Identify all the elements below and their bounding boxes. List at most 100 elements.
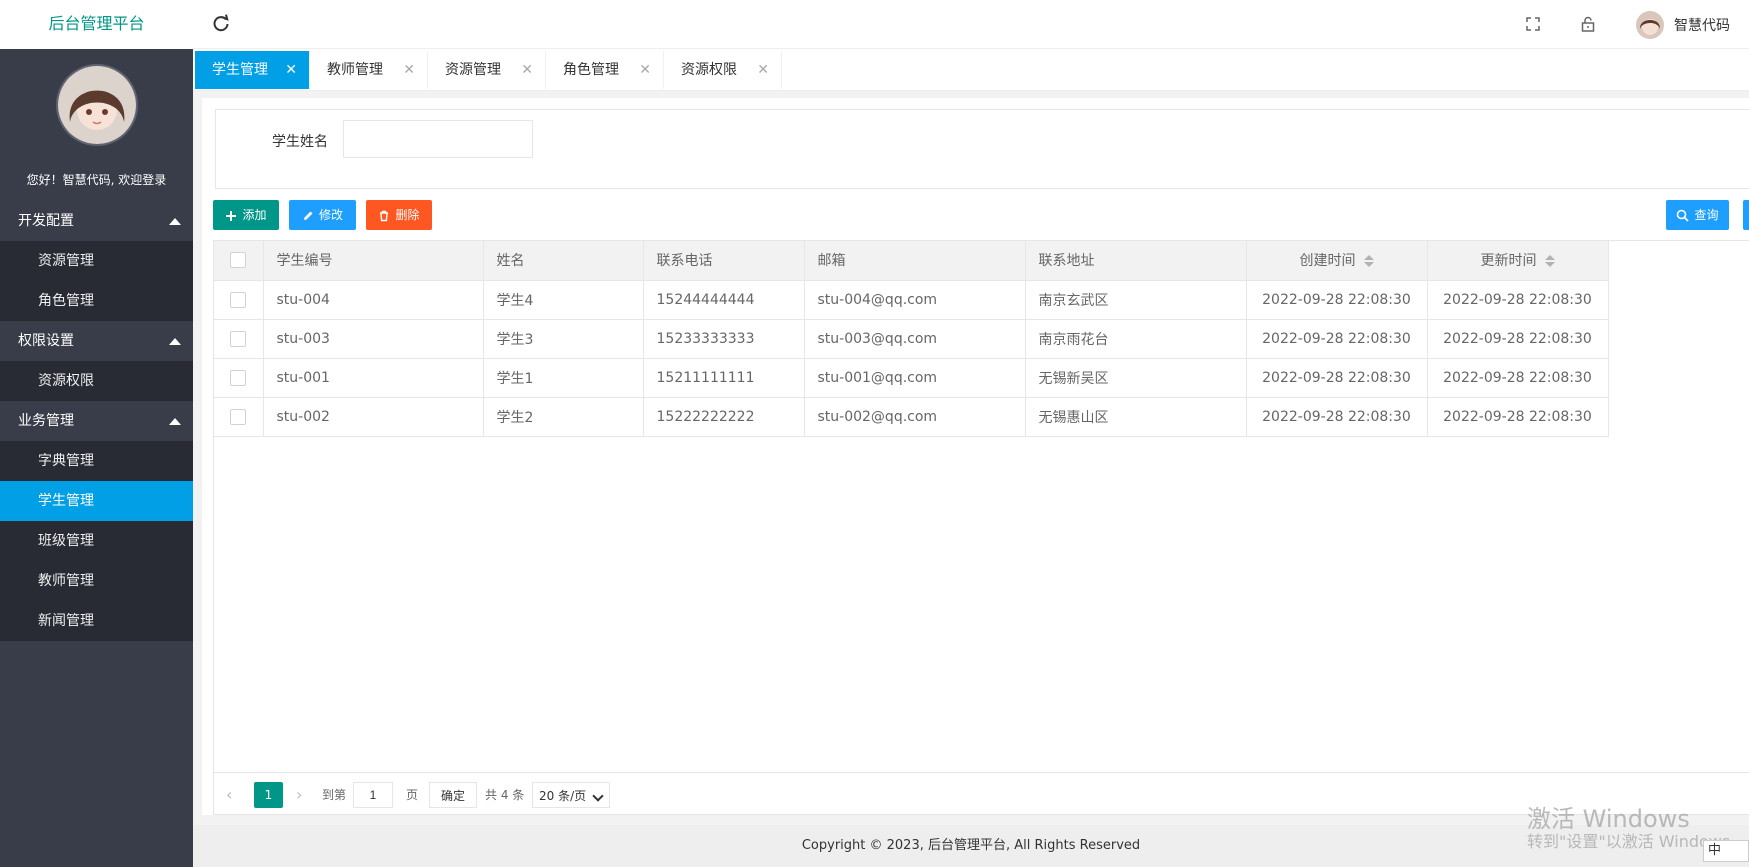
nav-group-business-children: 字典管理 学生管理 班级管理 教师管理 新闻管理 xyxy=(0,441,193,641)
cell-created-at: 2022-09-28 22:08:30 xyxy=(1246,280,1428,320)
tab-label: 资源权限 xyxy=(681,62,737,78)
checkbox[interactable] xyxy=(230,408,247,425)
checkbox[interactable] xyxy=(230,330,247,347)
row-select[interactable] xyxy=(214,358,264,398)
chevron-down-icon xyxy=(592,790,604,802)
sort-icon[interactable] xyxy=(1544,255,1555,268)
data-table: 学生编号 姓名 联系电话 邮箱 联系地址 创建时间 更新时间 stu-004 学… xyxy=(214,241,1609,437)
header-student-id: 学生编号 xyxy=(263,241,484,281)
user-menu[interactable]: 智慧代码 xyxy=(1636,8,1730,42)
cell-email: stu-003@qq.com xyxy=(804,319,1026,359)
student-table: 学生编号 姓名 联系电话 邮箱 联系地址 创建时间 更新时间 stu-004 学… xyxy=(213,240,1749,815)
tab-teacher-manage[interactable]: 教师管理 ✕ xyxy=(310,51,428,89)
tab-student-manage[interactable]: 学生管理 ✕ xyxy=(195,51,310,89)
cell-created-at: 2022-09-28 22:08:30 xyxy=(1246,319,1428,359)
header-select-all[interactable] xyxy=(214,241,264,281)
query-button[interactable]: 查询 xyxy=(1666,200,1729,230)
page-size-select[interactable]: 20 条/页 xyxy=(532,782,610,808)
cell-email: stu-004@qq.com xyxy=(804,280,1026,320)
cell-updated-at: 2022-09-28 22:08:30 xyxy=(1427,280,1609,320)
caret-up-icon xyxy=(169,218,181,225)
cell-created-at: 2022-09-28 22:08:30 xyxy=(1246,358,1428,398)
goto-page-input[interactable] xyxy=(353,782,393,808)
sidebar-item-news-manage[interactable]: 新闻管理 xyxy=(0,601,193,641)
prev-page-icon[interactable]: ‹ xyxy=(226,782,232,808)
nav-group-label: 开发配置 xyxy=(18,213,74,229)
nav-group-dev-config-children: 资源管理 角色管理 xyxy=(0,241,193,321)
add-button[interactable]: 添加 xyxy=(213,200,279,230)
top-header: 后台管理平台 智慧代码 xyxy=(0,0,1749,49)
refresh-icon[interactable] xyxy=(209,12,233,36)
sidebar-item-resource-permission[interactable]: 资源权限 xyxy=(0,361,193,401)
cell-address: 无锡惠山区 xyxy=(1025,397,1247,437)
tab-label: 角色管理 xyxy=(563,62,619,78)
app-root: 后台管理平台 智慧代码 您好！智慧代码, 欢迎登录 开发配置 资源管理 角色管理… xyxy=(0,0,1749,867)
avatar xyxy=(1636,11,1664,39)
search-icon xyxy=(1677,209,1690,222)
delete-button[interactable]: 删除 xyxy=(366,200,432,230)
tab-label: 教师管理 xyxy=(327,62,383,78)
cell-phone: 15233333333 xyxy=(643,319,805,359)
sidebar-item-role-manage[interactable]: 角色管理 xyxy=(0,281,193,321)
sidebar-item-resource-manage[interactable]: 资源管理 xyxy=(0,241,193,281)
total-count: 共 4 条 xyxy=(485,788,525,802)
table-row[interactable]: stu-004 学生4 15244444444 stu-004@qq.com 南… xyxy=(214,280,1609,320)
table-row[interactable]: stu-002 学生2 15222222222 stu-002@qq.com 无… xyxy=(214,397,1609,437)
table-row[interactable]: stu-001 学生1 15211111111 stu-001@qq.com 无… xyxy=(214,358,1609,398)
checkbox[interactable] xyxy=(230,369,247,386)
row-select[interactable] xyxy=(214,319,264,359)
checkbox[interactable] xyxy=(230,252,247,269)
tab-label: 学生管理 xyxy=(212,62,268,78)
header-updated-at[interactable]: 更新时间 xyxy=(1427,241,1609,281)
ime-indicator[interactable]: 中 xyxy=(1703,840,1749,862)
close-icon[interactable]: ✕ xyxy=(403,51,415,89)
nav-group-permission-children: 资源权限 xyxy=(0,361,193,401)
close-icon[interactable]: ✕ xyxy=(521,51,533,89)
sidebar-item-class-manage[interactable]: 班级管理 xyxy=(0,521,193,561)
student-name-input[interactable] xyxy=(343,120,533,158)
close-icon[interactable]: ✕ xyxy=(639,51,651,89)
caret-up-icon xyxy=(169,418,181,425)
lock-icon[interactable] xyxy=(1578,14,1598,34)
sidebar-item-student-manage[interactable]: 学生管理 xyxy=(0,481,193,521)
page-button-current[interactable]: 1 xyxy=(254,782,283,808)
app-logo[interactable]: 后台管理平台 xyxy=(0,0,193,49)
edit-button[interactable]: 修改 xyxy=(289,200,356,230)
nav-group-business[interactable]: 业务管理 xyxy=(0,401,193,441)
header-created-at[interactable]: 创建时间 xyxy=(1246,241,1428,281)
cell-student-id: stu-003 xyxy=(263,319,484,359)
cell-student-id: stu-002 xyxy=(263,397,484,437)
checkbox[interactable] xyxy=(230,291,247,308)
page-unit-label: 页 xyxy=(406,788,419,802)
row-select[interactable] xyxy=(214,280,264,320)
more-button[interactable] xyxy=(1743,200,1749,230)
sidebar-item-teacher-manage[interactable]: 教师管理 xyxy=(0,561,193,601)
fullscreen-icon[interactable] xyxy=(1523,14,1543,34)
tab-resource-permission[interactable]: 资源权限 ✕ xyxy=(664,51,782,89)
plus-icon xyxy=(226,210,237,221)
tab-role-manage[interactable]: 角色管理 ✕ xyxy=(546,51,664,89)
cell-name: 学生1 xyxy=(483,358,644,398)
nav-group-permission[interactable]: 权限设置 xyxy=(0,321,193,361)
sort-icon[interactable] xyxy=(1363,255,1374,268)
next-page-icon[interactable]: › xyxy=(296,782,302,808)
close-icon[interactable]: ✕ xyxy=(285,51,297,89)
row-select[interactable] xyxy=(214,397,264,437)
close-icon[interactable]: ✕ xyxy=(757,51,769,89)
sidebar-item-dictionary[interactable]: 字典管理 xyxy=(0,441,193,481)
nav-group-dev-config[interactable]: 开发配置 xyxy=(0,201,193,241)
nav-group-label: 权限设置 xyxy=(18,333,74,349)
student-name-label: 学生姓名 xyxy=(272,134,328,150)
search-form: 学生姓名 xyxy=(215,109,1749,189)
main-content: 学生姓名 添加 修改 删除 查询 学生编号 姓名 联系电话 邮箱 联系地址 创建… xyxy=(202,98,1749,815)
goto-confirm-button[interactable]: 确定 xyxy=(429,782,477,808)
header-name: 姓名 xyxy=(483,241,644,281)
table-row[interactable]: stu-003 学生3 15233333333 stu-003@qq.com 南… xyxy=(214,319,1609,359)
footer: Copyright © 2023, 后台管理平台, All Rights Res… xyxy=(193,825,1749,867)
profile-avatar xyxy=(56,64,138,146)
table-header-row: 学生编号 姓名 联系电话 邮箱 联系地址 创建时间 更新时间 xyxy=(214,241,1609,281)
welcome-text: 您好！智慧代码, 欢迎登录 xyxy=(26,173,167,187)
pencil-icon xyxy=(303,211,313,220)
tab-resource-manage[interactable]: 资源管理 ✕ xyxy=(428,51,546,89)
pagination: ‹ 1 › 到第 页 确定 共 4 条 20 条/页 xyxy=(214,772,1749,815)
